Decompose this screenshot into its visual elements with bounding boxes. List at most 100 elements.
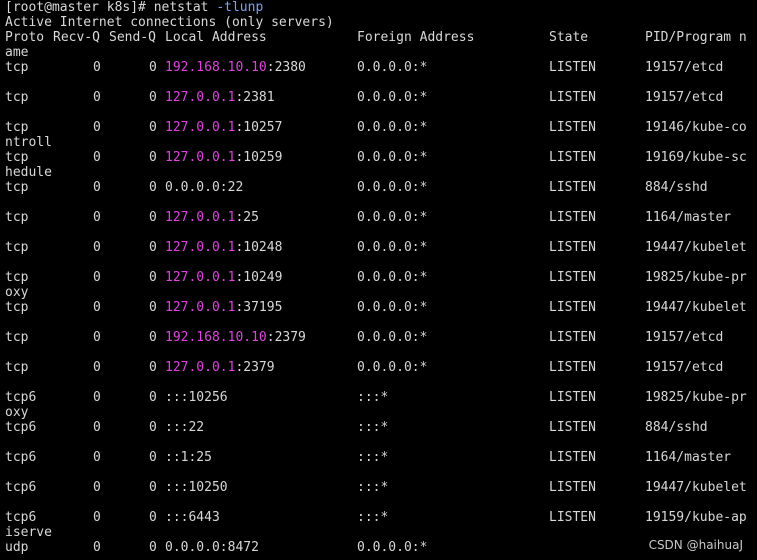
local-ip: 127.0.0.1 [165, 150, 236, 165]
cell-recv-q: 0 [93, 360, 101, 375]
cell-send-q: 0 [149, 360, 157, 375]
local-port: 0.0.0.0:22 [165, 180, 244, 195]
cell-send-q: 0 [149, 240, 157, 255]
cell-proto: tcp6 [5, 480, 37, 495]
cell-state: LISTEN [549, 60, 596, 75]
cell-proto: tcp [5, 330, 29, 345]
cell-foreign-address: 0.0.0.0:* [357, 330, 428, 345]
cell-recv-q: 0 [93, 60, 101, 75]
cell-pid-program: 1164/master [645, 450, 732, 465]
cell-local-address: 127.0.0.1:10257 [165, 120, 282, 135]
cell-pid-program: 19157/etcd [645, 330, 724, 345]
cell-foreign-address: 0.0.0.0:* [357, 300, 428, 315]
cell-send-q: 0 [149, 60, 157, 75]
cell-pid-program: 19447/kubelet [645, 300, 747, 315]
cell-state: LISTEN [549, 240, 596, 255]
cell-send-q: 0 [149, 390, 157, 405]
cell-pid-program: 1164/master [645, 210, 732, 225]
command-argument: -tlunp [216, 0, 264, 15]
local-ip: 127.0.0.1 [165, 360, 236, 375]
local-port: :::6443 [165, 510, 220, 525]
cell-recv-q: 0 [93, 390, 101, 405]
cell-local-address: :::22 [165, 420, 204, 435]
cell-state: LISTEN [549, 120, 596, 135]
table-row: tcp6 0 0:::22:::* LISTEN 884/sshd [0, 420, 757, 435]
cell-state: LISTEN [549, 150, 596, 165]
table-row: tcp 0 0 127.0.0.1:2379 0.0.0.0:* LISTEN 19157/… [0, 360, 757, 375]
table-row: tcp 0 0 127.0.0.1:10259 0.0.0.0:* LISTEN 19169… [0, 150, 757, 165]
cell-recv-q: 0 [93, 150, 101, 165]
cell-recv-q: 0 [93, 450, 101, 465]
cell-send-q: 0 [149, 540, 157, 555]
cell-state: LISTEN [549, 360, 596, 375]
cell-state: LISTEN [549, 480, 596, 495]
table-row: tcp 0 0 0.0.0.0:22 0.0.0.0:* LISTEN 884/sshd [0, 180, 757, 195]
cell-state: LISTEN [549, 420, 596, 435]
cell-local-address: 127.0.0.1:2381 [165, 90, 275, 105]
cell-local-address: :::10250 [165, 480, 228, 495]
cell-state: LISTEN [549, 180, 596, 195]
cell-proto: tcp6 [5, 420, 37, 435]
table-row: tcp 0 0 192.168.10.10:2380 0.0.0.0:* LISTEN 19… [0, 60, 757, 75]
cell-local-address: 127.0.0.1:2379 [165, 360, 275, 375]
cell-state: LISTEN [549, 450, 596, 465]
cell-local-address: :::6443 [165, 510, 220, 525]
cell-state: LISTEN [549, 210, 596, 225]
cell-pid-program: 19146/kube-co [645, 120, 747, 135]
cell-state: LISTEN [549, 300, 596, 315]
cell-pid-program: 19159/kube-ap [645, 510, 747, 525]
cell-recv-q: 0 [93, 210, 101, 225]
local-ip: 127.0.0.1 [165, 270, 236, 285]
terminal-window[interactable]: [root@master k8s]# netstat -tlunp Active… [0, 0, 757, 560]
cell-proto: tcp [5, 120, 29, 135]
table-row: tcp 0 0 127.0.0.1:2381 0.0.0.0:* LISTEN 19157/… [0, 90, 757, 105]
cell-pid-program: 19169/kube-sc [645, 150, 747, 165]
cell-local-address: :::10256 [165, 390, 228, 405]
local-port: :::22 [165, 420, 205, 435]
table-row: tcp6 0 0:::10256:::* LISTEN 19825/kube-pr [0, 390, 757, 405]
cell-proto: tcp [5, 60, 29, 75]
cell-proto: tcp [5, 210, 29, 225]
header-foreign-address: Foreign Address [357, 30, 475, 45]
cell-pid-program: 19157/etcd [645, 90, 724, 105]
local-ip: 127.0.0.1 [165, 300, 236, 315]
header-recv-q: Recv-Q [53, 30, 100, 45]
local-port: :10249 [235, 270, 283, 285]
cell-local-address: 0.0.0.0:8472 [165, 540, 259, 555]
cell-send-q: 0 [149, 270, 157, 285]
cell-pid-program: 884/sshd [645, 180, 708, 195]
netstat-banner: Active Internet connections (only server… [5, 15, 334, 30]
header-state: State [549, 30, 589, 45]
cell-foreign-address: :::* [357, 510, 389, 525]
cell-foreign-address: 0.0.0.0:* [357, 240, 428, 255]
local-port: :::10256 [165, 390, 228, 405]
cell-state: LISTEN [549, 390, 596, 405]
cell-recv-q: 0 [93, 510, 101, 525]
cell-proto: tcp [5, 270, 29, 285]
cell-proto: tcp [5, 300, 29, 315]
cell-send-q: 0 [149, 210, 157, 225]
header-pid-program: PID/Program n [645, 30, 747, 45]
cell-local-address: 127.0.0.1:25 [165, 210, 259, 225]
cell-proto: udp [5, 540, 29, 555]
cell-send-q: 0 [149, 510, 157, 525]
cell-recv-q: 0 [93, 300, 101, 315]
wrapped-program-name: iserve [5, 525, 52, 540]
table-row: tcp6 0 0::1:25:::* LISTEN 1164/master [0, 450, 757, 465]
cell-local-address: 127.0.0.1:10248 [165, 240, 282, 255]
cell-send-q: 0 [149, 180, 157, 195]
cell-send-q: 0 [149, 150, 157, 165]
wrapped-program-name: oxy [5, 405, 29, 420]
local-port: :2379 [266, 330, 306, 345]
cell-proto: tcp [5, 180, 29, 195]
local-port: :25 [235, 210, 259, 225]
header-row: Proto Recv-Q Send-Q Local Address Foreig… [0, 30, 757, 45]
cell-send-q: 0 [149, 300, 157, 315]
cell-recv-q: 0 [93, 480, 101, 495]
local-port: :10248 [235, 240, 283, 255]
local-port: 0.0.0.0:8472 [165, 540, 259, 555]
wrapped-program-name: hedule [5, 165, 52, 180]
cell-local-address: 192.168.10.10:2380 [165, 60, 306, 75]
local-port: :10257 [235, 120, 283, 135]
table-row: tcp 0 0 127.0.0.1:37195 0.0.0.0:* LISTEN 19447… [0, 300, 757, 315]
